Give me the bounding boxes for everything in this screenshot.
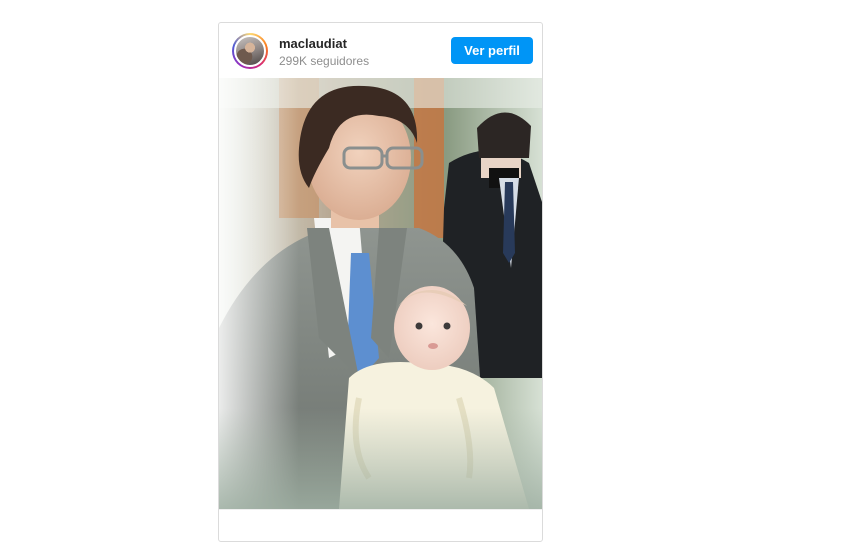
username-link[interactable]: maclaudiat: [279, 36, 347, 51]
view-profile-button[interactable]: Ver perfil: [451, 37, 533, 64]
profile-avatar[interactable]: [234, 35, 266, 67]
post-header: maclaudiat 299K seguidores Ver perfil: [219, 23, 542, 78]
post-photo[interactable]: [219, 78, 543, 509]
instagram-embed-card: maclaudiat 299K seguidores Ver perfil: [218, 22, 543, 542]
card-footer-divider: [219, 509, 542, 510]
follower-count: 299K seguidores: [279, 54, 370, 68]
avatar-story-ring[interactable]: [232, 33, 268, 69]
